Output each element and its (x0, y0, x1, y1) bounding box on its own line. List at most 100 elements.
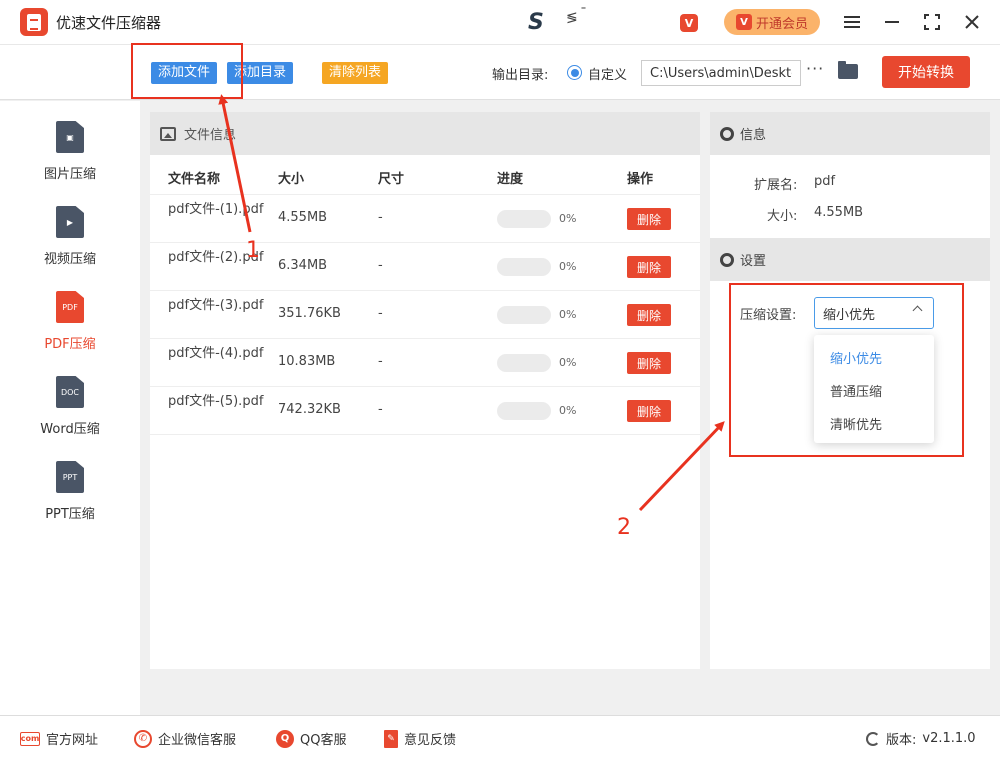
image-icon: ▣ (56, 121, 84, 153)
column-header-progress: 进度 (497, 172, 524, 187)
start-convert-button[interactable]: 开始转换 (882, 56, 970, 88)
table-row[interactable]: pdf文件-(3).pdf 351.76KB - 0% 删除 (150, 290, 700, 338)
footer-label: QQ客服 (300, 733, 347, 748)
vip-button[interactable]: V 开通会员 (724, 9, 820, 35)
footer: com 官方网址 ✆ 企业微信客服 Q QQ客服 ✎ 意见反馈 版本: v2.1… (0, 715, 1000, 760)
website-link[interactable]: com 官方网址 (20, 729, 98, 748)
custom-dir-radio[interactable] (567, 65, 582, 80)
progress-text: 0% (559, 404, 577, 417)
video-icon: ▶ (56, 206, 84, 238)
column-header-action: 操作 (627, 172, 654, 187)
column-header-dimensions: 尺寸 (378, 172, 405, 187)
qq-icon: Q (276, 729, 294, 748)
sidebar-item-label: PDF压缩 (44, 337, 96, 352)
ext-label: 扩展名: (754, 178, 798, 193)
file-info-panel: 文件信息 文件名称 大小 尺寸 进度 操作 pdf文件-(1).pdf 4.55… (150, 112, 700, 669)
delete-button[interactable]: 删除 (627, 400, 671, 422)
sidebar-item-label: Word压缩 (40, 422, 100, 437)
version-value: v2.1.1.0 (922, 731, 976, 746)
info-title: 信息 (740, 128, 767, 143)
dash-icon[interactable]: ¯ (580, 6, 587, 22)
wechat-icon: ✆ (134, 729, 152, 748)
image-icon (160, 126, 176, 141)
progress-bar (497, 210, 551, 228)
info-header: 信息 (710, 112, 990, 155)
close-icon[interactable] (960, 10, 984, 34)
annotation-number-2: 2 (617, 515, 631, 540)
menu-icon[interactable] (840, 10, 864, 34)
column-header-name: 文件名称 (168, 172, 221, 187)
file-info-title: 文件信息 (184, 128, 237, 143)
sidebar-item-ppt[interactable]: PPT PPT压缩 (0, 461, 140, 541)
output-dir-label: 输出目录: (492, 68, 549, 83)
file-name: pdf文件-(4).pdf (168, 346, 264, 361)
annotation-box-2 (729, 283, 964, 457)
footer-label: 企业微信客服 (158, 733, 237, 748)
progress-bar (497, 258, 551, 276)
settings-title: 设置 (740, 254, 767, 269)
delete-button[interactable]: 删除 (627, 352, 671, 374)
file-size: 4.55MB (278, 210, 328, 225)
progress-text: 0% (559, 308, 577, 321)
output-path-input[interactable] (641, 60, 801, 86)
table-row[interactable]: pdf文件-(1).pdf 4.55MB - 0% 删除 (150, 194, 700, 242)
wechat-service-link[interactable]: ✆ 企业微信客服 (134, 729, 236, 748)
sidebar: ▣ 图片压缩 ▶ 视频压缩 PDF PDF压缩 DOC Word压缩 PPT P… (0, 101, 140, 715)
refresh-icon[interactable] (866, 731, 880, 746)
file-info-header: 文件信息 (150, 112, 700, 155)
file-name: pdf文件-(1).pdf (168, 202, 264, 217)
ppt-icon: PPT (56, 461, 84, 493)
size-value: 4.55MB (814, 205, 864, 220)
delete-button[interactable]: 删除 (627, 256, 671, 278)
delete-button[interactable]: 删除 (627, 304, 671, 326)
progress-bar (497, 354, 551, 372)
website-icon: com (20, 731, 40, 746)
sidebar-item-pdf[interactable]: PDF PDF压缩 (0, 291, 140, 371)
sidebar-item-video[interactable]: ▶ 视频压缩 (0, 206, 140, 286)
table-divider (150, 434, 700, 435)
file-size: 742.32KB (278, 402, 341, 417)
progress-text: 0% (559, 212, 577, 225)
file-size: 6.34MB (278, 258, 328, 273)
delete-button[interactable]: 删除 (627, 208, 671, 230)
size-label: 大小: (767, 209, 798, 224)
file-size: 351.76KB (278, 306, 341, 321)
pdf-icon: PDF (56, 291, 84, 323)
brand-s-icon[interactable]: S (528, 10, 544, 35)
qq-service-link[interactable]: Q QQ客服 (276, 729, 346, 748)
clear-list-button[interactable]: 清除列表 (322, 62, 389, 84)
file-dimensions: - (378, 258, 383, 273)
annotation-box-1 (131, 43, 243, 99)
more-icon[interactable]: ··· (806, 59, 824, 78)
sidebar-item-label: PPT压缩 (45, 507, 95, 522)
minimize-icon[interactable] (880, 10, 904, 34)
fullscreen-icon[interactable] (920, 10, 944, 34)
progress-text: 0% (559, 356, 577, 369)
file-dimensions: - (378, 402, 383, 417)
settings-header: 设置 (710, 238, 990, 281)
feedback-icon: ✎ (384, 729, 398, 748)
table-row[interactable]: pdf文件-(5).pdf 742.32KB - 0% 删除 (150, 386, 700, 434)
table-row[interactable]: pdf文件-(2).pdf 6.34MB - 0% 删除 (150, 242, 700, 290)
feedback-link[interactable]: ✎ 意见反馈 (384, 729, 456, 748)
column-header-size: 大小 (278, 172, 305, 187)
table-row[interactable]: pdf文件-(4).pdf 10.83MB - 0% 删除 (150, 338, 700, 386)
footer-label: 意见反馈 (404, 733, 457, 748)
annotation-number-1: 1 (246, 238, 260, 263)
vip-small-icon[interactable]: V (680, 14, 698, 32)
sidebar-item-word[interactable]: DOC Word压缩 (0, 376, 140, 456)
custom-dir-radio-label[interactable]: 自定义 (588, 64, 627, 83)
doc-icon: DOC (56, 376, 84, 408)
file-size: 10.83MB (278, 354, 336, 369)
folder-icon[interactable] (838, 61, 858, 79)
version-info: 版本: v2.1.1.0 (866, 729, 976, 748)
wave-icon[interactable]: ≶ (566, 10, 578, 26)
file-dimensions: - (378, 210, 383, 225)
vip-label: 开通会员 (755, 16, 808, 32)
title-bar: 优速文件压缩器 S ≶ ¯ V V 开通会员 (0, 0, 1000, 44)
ext-value: pdf (814, 174, 836, 189)
progress-text: 0% (559, 260, 577, 273)
file-name: pdf文件-(3).pdf (168, 298, 264, 313)
sidebar-item-image[interactable]: ▣ 图片压缩 (0, 121, 140, 201)
file-name: pdf文件-(5).pdf (168, 394, 264, 409)
